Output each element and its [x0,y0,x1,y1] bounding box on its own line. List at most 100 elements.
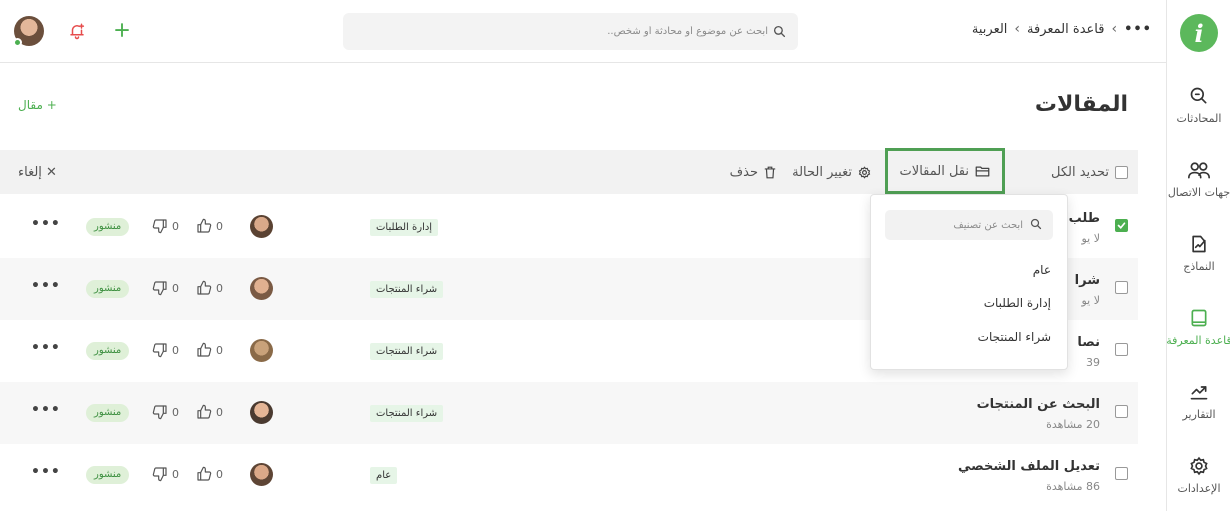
likes-count: 0 [196,218,223,234]
change-status-button[interactable]: تغيير الحالة [792,150,871,194]
category-tag: شراء المنتجات [370,405,444,422]
table-row[interactable]: البحث عن المنتجات 20 مشاهدة شراء المنتجا… [0,382,1138,444]
move-articles-button[interactable]: نقل المقالات [884,148,1005,194]
article-title[interactable]: البحث عن المنتجات [977,397,1100,412]
likes-count: 0 [196,342,223,358]
article-views: لا يو [1081,294,1100,307]
category-tag: عام [370,467,398,484]
dislikes-count: 0 [152,280,179,296]
row-more-button[interactable]: ••• [31,278,61,294]
category-tag: شراء المنتجات [370,281,444,298]
article-title[interactable]: طلب [1069,211,1100,226]
bell-plus-icon [70,23,85,40]
sidebar-item-settings[interactable]: الإعدادات [1167,456,1230,495]
move-articles-label: نقل المقالات [899,163,969,179]
article-title[interactable]: شرا [1075,273,1100,288]
notifications-button[interactable] [68,22,86,40]
global-search-input[interactable] [343,13,798,50]
article-views: 86 مشاهدة [1046,480,1100,493]
article-views: 39 [1086,356,1100,369]
likes-value: 0 [216,219,223,233]
add-button[interactable] [113,21,131,39]
book-icon [1191,309,1207,327]
contacts-icon [1188,162,1210,179]
article-views: لا يو [1081,232,1100,245]
sidebar-item-knowledge-base[interactable]: قاعدة المعرفة [1166,308,1230,347]
new-article-button[interactable]: + مقال [18,98,57,112]
likes-value: 0 [216,281,223,295]
row-checkbox[interactable] [1115,219,1128,232]
row-more-button[interactable]: ••• [31,340,61,356]
checkmark-icon [1117,222,1126,229]
sidebar-item-reports[interactable]: التقارير [1167,382,1230,421]
thumbs-down-icon [152,467,167,482]
cancel-button[interactable]: ✕ إلغاء [18,150,57,194]
table-row[interactable]: تعديل الملف الشخصي 86 مشاهدة عام 0 0 منش… [0,444,1138,506]
search-icon [1030,218,1042,230]
row-more-button[interactable]: ••• [31,402,61,418]
chart-icon [1190,386,1208,400]
bulk-actions-toolbar: تحديد الكل نقل المقالات تغيير الحالة حذف… [0,148,1138,194]
chat-icon [1190,87,1207,104]
select-all-label: تحديد الكل [1050,164,1109,180]
category-option-order-management[interactable]: إدارة الطلبات [984,296,1051,310]
dislikes-count: 0 [152,404,179,420]
forms-icon [1192,235,1206,253]
thumbs-up-icon [197,404,212,419]
likes-value: 0 [216,405,223,419]
global-search [343,13,798,50]
thumbs-down-icon [152,405,167,420]
breadcrumb-knowledge-base-link[interactable]: قاعدة المعرفة [1027,22,1104,37]
thumbs-up-icon [197,466,212,481]
likes-count: 0 [196,404,223,420]
sidebar-item-label: النماذج [1183,260,1215,273]
row-checkbox[interactable] [1115,467,1128,480]
delete-label: حذف [729,164,758,180]
row-checkbox[interactable] [1115,343,1128,356]
row-more-button[interactable]: ••• [31,216,61,232]
likes-count: 0 [196,466,223,482]
sidebar-item-contacts[interactable]: جهات الاتصال [1167,160,1230,199]
thumbs-up-icon [197,342,212,357]
dislikes-count: 0 [152,342,179,358]
category-search-input[interactable] [885,210,1053,240]
folder-icon [975,166,990,176]
dislikes-value: 0 [172,281,179,295]
category-search [885,210,1053,240]
online-status-indicator [13,38,22,47]
breadcrumb-more-button[interactable]: ••• [1124,22,1152,37]
author-avatar [250,215,273,238]
article-title[interactable]: نصا [1077,335,1100,350]
status-badge: منشور [86,404,130,422]
breadcrumb-separator: › [1014,21,1021,37]
gear-icon [1190,456,1208,476]
status-badge: منشور [86,466,130,484]
category-option-general[interactable]: عام [1033,263,1051,277]
select-all-checkbox[interactable] [1115,165,1128,179]
row-checkbox[interactable] [1115,405,1128,418]
category-tag: شراء المنتجات [370,343,444,360]
category-option-product-purchase[interactable]: شراء المنتجات [978,330,1051,344]
article-title[interactable]: تعديل الملف الشخصي [958,459,1100,474]
likes-count: 0 [196,280,223,296]
app-logo[interactable]: i [1180,14,1218,52]
user-avatar[interactable] [13,16,44,47]
sidebar-item-label: جهات الاتصال [1167,186,1230,199]
page-title: المقالات [1034,92,1128,117]
sidebar-item-label: المحادثات [1176,112,1222,125]
delete-button[interactable]: حذف [730,150,776,194]
dislikes-count: 0 [152,466,179,482]
sidebar-item-label: الإعدادات [1177,482,1221,495]
status-badge: منشور [86,218,130,236]
thumbs-down-icon [152,219,167,234]
author-avatar [250,401,273,424]
row-checkbox[interactable] [1115,281,1128,294]
breadcrumb-language[interactable]: العربية [972,22,1008,37]
article-views: 20 مشاهدة [1046,418,1100,431]
sidebar: i المحادثات جهات الاتصال النماذج قاعدة ا… [1166,0,1230,511]
dislikes-value: 0 [172,219,179,233]
row-more-button[interactable]: ••• [31,464,61,480]
select-all-button[interactable]: تحديد الكل [1051,150,1128,194]
sidebar-item-forms[interactable]: النماذج [1167,234,1230,273]
sidebar-item-conversations[interactable]: المحادثات [1167,86,1230,125]
